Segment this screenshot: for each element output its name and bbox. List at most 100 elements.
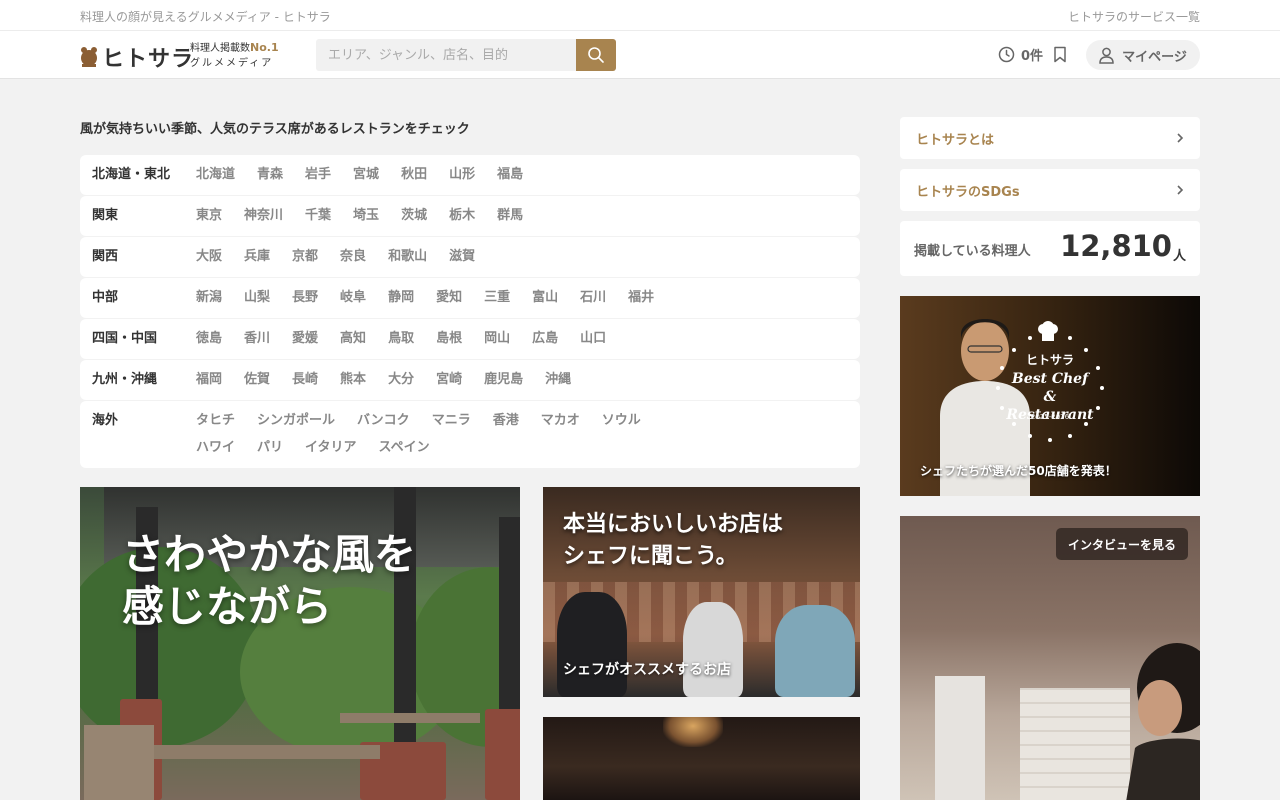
prefecture-link[interactable]: ソウル xyxy=(602,412,641,430)
prefecture-link[interactable]: 広島 xyxy=(532,330,558,348)
chef-card-line1: 本当においしいお店は xyxy=(563,512,784,537)
prefecture-link[interactable]: 兵庫 xyxy=(244,248,270,266)
history-button[interactable]: 0件 xyxy=(998,45,1067,64)
prefecture-link[interactable]: 鳥取 xyxy=(388,330,414,348)
restaurant-lamp xyxy=(663,717,723,747)
terrace-hero-banner[interactable]: さわやかな風を 感じながら xyxy=(80,487,520,800)
prefecture-link[interactable]: 宮城 xyxy=(353,166,379,184)
search-icon xyxy=(588,47,604,63)
prefecture-link[interactable]: 長野 xyxy=(292,289,318,307)
interview-wall-panel xyxy=(935,676,985,800)
prefecture-link[interactable]: 山口 xyxy=(580,330,606,348)
prefecture-link[interactable]: 山形 xyxy=(449,166,475,184)
prefecture-link[interactable]: バンコク xyxy=(357,412,410,430)
prefecture-link[interactable]: イタリア xyxy=(305,439,356,457)
services-link[interactable]: ヒトサラのサービス一覧 xyxy=(1068,8,1200,25)
prefecture-link[interactable]: マカオ xyxy=(541,412,580,430)
interview-tile-wall xyxy=(1020,688,1130,800)
prefecture-link[interactable]: 岐阜 xyxy=(340,289,366,307)
prefecture-link[interactable]: ハワイ xyxy=(196,439,235,457)
prefecture-link[interactable]: 群馬 xyxy=(497,207,523,225)
prefecture-link[interactable]: 石川 xyxy=(580,289,606,307)
user-icon xyxy=(1099,47,1114,64)
prefecture-link[interactable]: 千葉 xyxy=(305,207,331,225)
region-name: 関東 xyxy=(92,208,119,223)
restaurant-banner[interactable] xyxy=(543,717,860,800)
prefecture-link[interactable]: 愛媛 xyxy=(292,330,318,348)
prefecture-link[interactable]: シンガポール xyxy=(257,412,335,430)
region-name: 海外 xyxy=(92,413,119,428)
prefecture-link[interactable]: 大分 xyxy=(388,371,414,389)
site-header: ヒトサラ 料理人掲載数No.1 グルメメディア 0件 マイページ xyxy=(0,31,1280,79)
chef-card-person xyxy=(683,602,743,697)
prefecture-link[interactable]: 秋田 xyxy=(401,166,427,184)
prefecture-link[interactable]: 岩手 xyxy=(305,166,331,184)
best-years: 2025-2026 xyxy=(1030,413,1070,421)
hero-line2: 感じながら xyxy=(122,582,333,631)
prefecture-link[interactable]: 大阪 xyxy=(196,248,222,266)
prefecture-link[interactable]: 山梨 xyxy=(244,289,270,307)
prefecture-link[interactable]: 富山 xyxy=(532,289,558,307)
prefecture-link[interactable]: 北海道 xyxy=(196,166,235,184)
region-row: 関西 大阪 兵庫 京都 奈良 和歌山 滋賀 xyxy=(80,237,860,277)
interview-banner[interactable]: インタビューを見る xyxy=(900,516,1200,800)
prefecture-link[interactable]: 宮崎 xyxy=(436,371,462,389)
prefecture-link[interactable]: パリ xyxy=(257,439,283,457)
prefecture-link[interactable]: 三重 xyxy=(484,289,510,307)
prefecture-link[interactable]: 高知 xyxy=(340,330,366,348)
prefecture-link[interactable]: 鹿児島 xyxy=(484,371,523,389)
search-button[interactable] xyxy=(576,39,616,71)
about-hitosara-link[interactable]: ヒトサラとは xyxy=(900,117,1200,159)
best-title-line1: Best Chef & xyxy=(1011,371,1089,405)
chef-card-copy: 本当においしいお店は シェフに聞こう。 xyxy=(563,509,783,573)
prefecture-link[interactable]: 栃木 xyxy=(449,207,475,225)
prefecture-link[interactable]: タヒチ xyxy=(196,412,235,430)
prefecture-link[interactable]: 愛知 xyxy=(436,289,462,307)
prefecture-link[interactable]: 福島 xyxy=(497,166,523,184)
chef-card-person xyxy=(557,592,627,697)
hero-copy: さわやかな風を 感じながら xyxy=(122,529,416,633)
prefecture-link[interactable]: スペイン xyxy=(379,439,430,457)
best-chef-restaurant-banner[interactable]: ヒトサラ Best Chef & Restaurant 2025-2026 シェ… xyxy=(900,296,1200,496)
prefecture-link[interactable]: 新潟 xyxy=(196,289,222,307)
bookmark-icon xyxy=(1054,46,1066,63)
prefecture-list: 東京 神奈川 千葉 埼玉 茨城 栃木 群馬 xyxy=(196,207,716,225)
sdgs-link[interactable]: ヒトサラのSDGs xyxy=(900,169,1200,211)
search-input[interactable] xyxy=(316,39,576,71)
prefecture-link[interactable]: 沖縄 xyxy=(545,371,571,389)
prefecture-link[interactable]: マニラ xyxy=(432,412,471,430)
prefecture-link[interactable]: 埼玉 xyxy=(353,207,379,225)
prefecture-link[interactable]: 長崎 xyxy=(292,371,318,389)
prefecture-link[interactable]: 和歌山 xyxy=(388,248,427,266)
prefecture-list: 大阪 兵庫 京都 奈良 和歌山 滋賀 xyxy=(196,248,716,266)
sdgs-label: ヒトサラのSDGs xyxy=(916,184,1020,200)
prefecture-link[interactable]: 佐賀 xyxy=(244,371,270,389)
prefecture-link[interactable]: 香港 xyxy=(493,412,519,430)
chevron-right-icon xyxy=(1177,185,1184,195)
prefecture-link[interactable]: 島根 xyxy=(436,330,462,348)
no1-prefix: 料理人掲載数 xyxy=(190,43,250,54)
prefecture-link[interactable]: 熊本 xyxy=(340,371,366,389)
prefecture-link[interactable]: 茨城 xyxy=(401,207,427,225)
prefecture-link[interactable]: 青森 xyxy=(257,166,283,184)
hero-pole xyxy=(499,517,520,717)
prefecture-link[interactable]: 香川 xyxy=(244,330,270,348)
prefecture-link[interactable]: 東京 xyxy=(196,207,222,225)
region-name: 北海道・東北 xyxy=(92,167,171,182)
prefecture-link[interactable]: 福岡 xyxy=(196,371,222,389)
prefecture-link[interactable]: 岡山 xyxy=(484,330,510,348)
prefecture-link[interactable]: 京都 xyxy=(292,248,318,266)
mypage-button[interactable]: マイページ xyxy=(1086,40,1200,70)
prefecture-link[interactable]: 神奈川 xyxy=(244,207,283,225)
prefecture-link[interactable]: 静岡 xyxy=(388,289,414,307)
prefecture-link[interactable]: 福井 xyxy=(628,289,654,307)
region-list: 北海道・東北 北海道 青森 岩手 宮城 秋田 山形 福島 関東 東京 神奈川 千葉 埼玉 茨城 栃木 群馬 関西… xyxy=(80,155,860,469)
chef-count-box: 掲載している料理人 12,810 人 xyxy=(900,221,1200,276)
prefecture-link[interactable]: 滋賀 xyxy=(449,248,475,266)
prefecture-link[interactable]: 奈良 xyxy=(340,248,366,266)
site-logo[interactable]: ヒトサラ xyxy=(80,41,194,73)
interview-button[interactable]: インタビューを見る xyxy=(1055,528,1188,560)
search-bar xyxy=(316,39,616,71)
prefecture-link[interactable]: 徳島 xyxy=(196,330,222,348)
chef-recommend-banner[interactable]: 本当においしいお店は シェフに聞こう。 シェフがオススメするお店 xyxy=(543,487,860,697)
